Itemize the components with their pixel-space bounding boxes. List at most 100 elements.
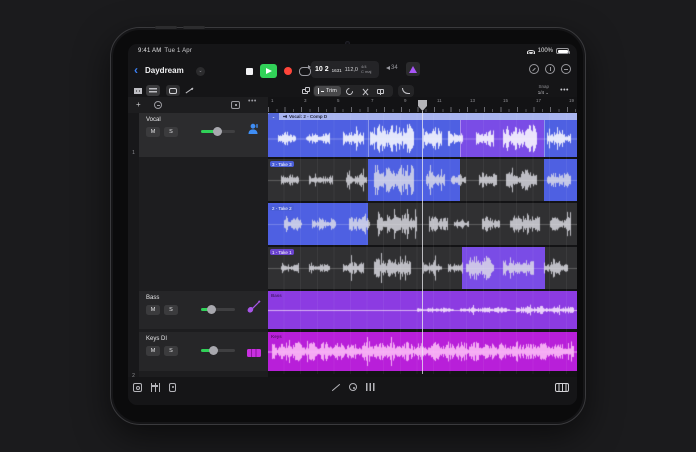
track-options-icon[interactable]: [154, 101, 162, 109]
track-header-vocal[interactable]: Vocal M S: [139, 113, 268, 157]
live-loops-view-button[interactable]: [132, 85, 144, 96]
join-icon: [376, 88, 384, 95]
project-dropdown-icon[interactable]: ⌄: [196, 67, 205, 76]
volume-slider[interactable]: [201, 305, 235, 314]
volume-down-button: [183, 26, 205, 29]
track-number-strip: 1 2 3: [128, 113, 139, 379]
mute-button[interactable]: M: [146, 127, 160, 137]
stop-button[interactable]: [246, 67, 253, 75]
split-tool-button[interactable]: [358, 86, 373, 97]
ruler-bar-number: 5: [337, 98, 340, 103]
volume-slider[interactable]: [201, 127, 235, 136]
timeline-area[interactable]: 1 3 5 7 9 11 13 15 17 19 ⌄ Vocal: 2 - Co…: [268, 97, 577, 377]
battery-icon: [556, 48, 570, 54]
photo-background: 9:41 AM Tue 1 Apr 100% ‹ Daydream ⌄ 10 2…: [0, 0, 696, 452]
track-header-bass[interactable]: Bass M S: [139, 291, 268, 329]
scissors-icon: [362, 88, 369, 95]
solo-button[interactable]: S: [164, 127, 178, 137]
ruler-bar-number: 19: [569, 98, 575, 103]
onscreen-keyboard-icon[interactable]: [555, 383, 569, 392]
mute-button[interactable]: M: [146, 305, 160, 315]
track-header-keys[interactable]: Keys DI M S: [139, 332, 268, 371]
edit-toolbar: Trim Snap 1/4 ⌄ •••: [128, 84, 577, 97]
bass-guitar-icon: [247, 300, 261, 318]
select-tool-button[interactable]: [166, 85, 180, 96]
track-header-toolbar: + •••: [128, 97, 268, 113]
add-track-button[interactable]: +: [136, 100, 141, 109]
grid-icon: [134, 87, 142, 94]
counter-badge[interactable]: 34: [386, 65, 398, 71]
draw-tool-icon[interactable]: [331, 383, 341, 392]
vocalist-icon: [247, 122, 259, 140]
track-name: Bass: [146, 295, 160, 301]
back-chevron-icon[interactable]: ‹: [134, 63, 138, 77]
record-button[interactable]: [284, 67, 292, 75]
lcd-position: 10 2: [315, 66, 329, 73]
arrange-area: + ••• 1 2 3 Vocal M: [128, 97, 577, 379]
tracks-view-button[interactable]: [146, 85, 160, 96]
mute-button[interactable]: M: [146, 346, 160, 356]
transport-controls: [246, 62, 311, 80]
play-button[interactable]: [260, 64, 277, 78]
take-label: 2 - Take 2: [270, 205, 294, 211]
status-date: Tue 1 Apr: [164, 48, 193, 54]
solo-button[interactable]: S: [164, 305, 178, 315]
marquee-icon: [169, 87, 177, 94]
ruler-bar-number: 11: [437, 98, 442, 103]
battery-percent: 100%: [537, 48, 553, 54]
zoom-fit-icon[interactable]: [231, 101, 240, 109]
volume-slider[interactable]: [201, 346, 235, 355]
metronome-icon[interactable]: [545, 64, 555, 74]
settings-icon[interactable]: [561, 64, 571, 74]
pencil-tool-button[interactable]: [182, 85, 195, 96]
clock-date: 9:41 AM Tue 1 Apr: [138, 48, 192, 54]
track-name: Keys DI: [146, 336, 168, 342]
project-title[interactable]: Daydream: [145, 66, 184, 75]
ruler-bar-number: 1: [271, 98, 274, 103]
lcd-display[interactable]: 10 2 1631 112,0 4/4 C maj: [311, 61, 379, 78]
triangle-icon: [409, 65, 417, 73]
region-disclosure-icon[interactable]: ⌄: [268, 113, 279, 120]
cycle-icon[interactable]: [299, 65, 311, 76]
counter-triangle-icon: [386, 66, 390, 70]
main-toolbar: ‹ Daydream ⌄ 10 2 1631 112,0 4/4 C maj 3…: [128, 59, 577, 85]
track-header-column: + ••• 1 2 3 Vocal M: [128, 97, 268, 379]
take-label: 3 - Take 3: [270, 161, 294, 167]
comp-region-title: Vocal: 2 - Comp D: [289, 114, 328, 119]
wifi-icon: [526, 48, 535, 54]
browser-icon[interactable]: [133, 383, 142, 392]
join-tool-button[interactable]: [373, 86, 388, 97]
status-time: 9:41 AM: [138, 48, 162, 54]
loop-icon: [344, 86, 355, 96]
header-more-icon[interactable]: •••: [248, 98, 257, 105]
playhead-line: [422, 111, 423, 374]
controls-icon[interactable]: [349, 383, 357, 391]
logic-pro-screen: 9:41 AM Tue 1 Apr 100% ‹ Daydream ⌄ 10 2…: [128, 44, 577, 405]
solo-button[interactable]: S: [164, 346, 178, 356]
trim-tool-button[interactable]: Trim: [314, 86, 341, 96]
status-bar: 9:41 AM Tue 1 Apr 100%: [128, 44, 577, 59]
edit-tools-group: Trim: [313, 85, 393, 97]
volume-up-button: [155, 26, 177, 29]
tuner-icon[interactable]: [529, 64, 539, 74]
copy-icon: [302, 86, 310, 95]
mixer-icon[interactable]: [151, 383, 160, 392]
region-label: Bass: [271, 293, 282, 298]
piano-keys-icon[interactable]: [366, 383, 375, 391]
tracks-icon: [149, 87, 157, 94]
toolbar-more-icon[interactable]: •••: [560, 87, 569, 94]
ruler-bar-number: 15: [503, 98, 509, 103]
take-label: 1 - Take 1: [270, 249, 294, 255]
keyboard-instrument-icon: [247, 344, 261, 362]
fade-tool-button[interactable]: [398, 85, 414, 97]
copy-button[interactable]: [300, 85, 312, 96]
track-name: Vocal: [146, 117, 161, 123]
ipad-device: 9:41 AM Tue 1 Apr 100% ‹ Daydream ⌄ 10 2…: [110, 26, 586, 425]
plugins-icon[interactable]: [169, 383, 176, 392]
fade-icon: [402, 88, 410, 94]
purple-triangle-badge[interactable]: [406, 62, 420, 76]
snap-control[interactable]: Snap 1/4 ⌄: [538, 84, 549, 96]
ruler-bar-number: 9: [404, 98, 407, 103]
ruler-bar-number: 7: [371, 98, 374, 103]
loop-tool-button[interactable]: [342, 86, 358, 97]
